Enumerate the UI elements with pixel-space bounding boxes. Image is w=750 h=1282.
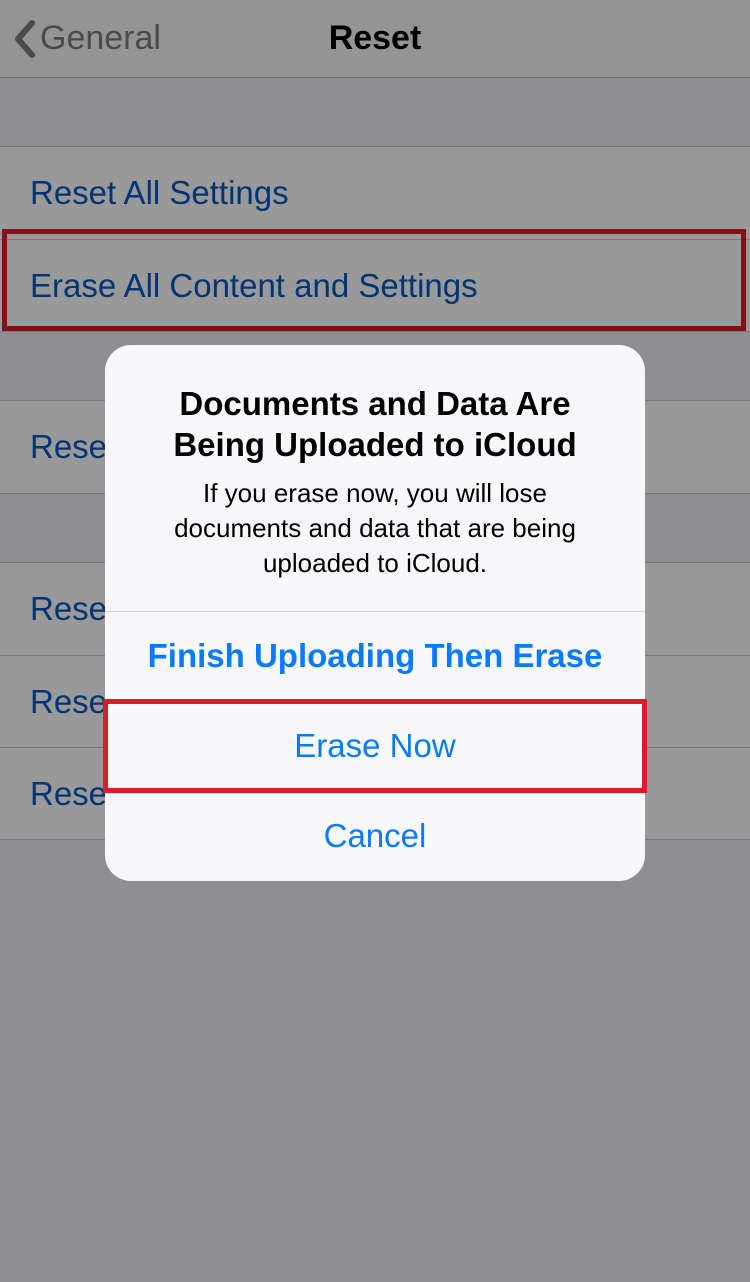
button-label: Erase Now <box>294 727 455 765</box>
button-label: Finish Uploading Then Erase <box>148 637 603 675</box>
alert-actions: Finish Uploading Then Erase Erase Now Ca… <box>105 611 645 881</box>
alert-body: Documents and Data Are Being Uploaded to… <box>105 345 645 611</box>
alert-dialog: Documents and Data Are Being Uploaded to… <box>105 345 645 881</box>
alert-action-erase-now[interactable]: Erase Now <box>105 701 645 791</box>
alert-message: If you erase now, you will lose document… <box>133 476 617 581</box>
alert-action-finish-uploading[interactable]: Finish Uploading Then Erase <box>105 611 645 701</box>
alert-action-cancel[interactable]: Cancel <box>105 791 645 881</box>
alert-title: Documents and Data Are Being Uploaded to… <box>133 383 617 466</box>
button-label: Cancel <box>324 817 427 855</box>
